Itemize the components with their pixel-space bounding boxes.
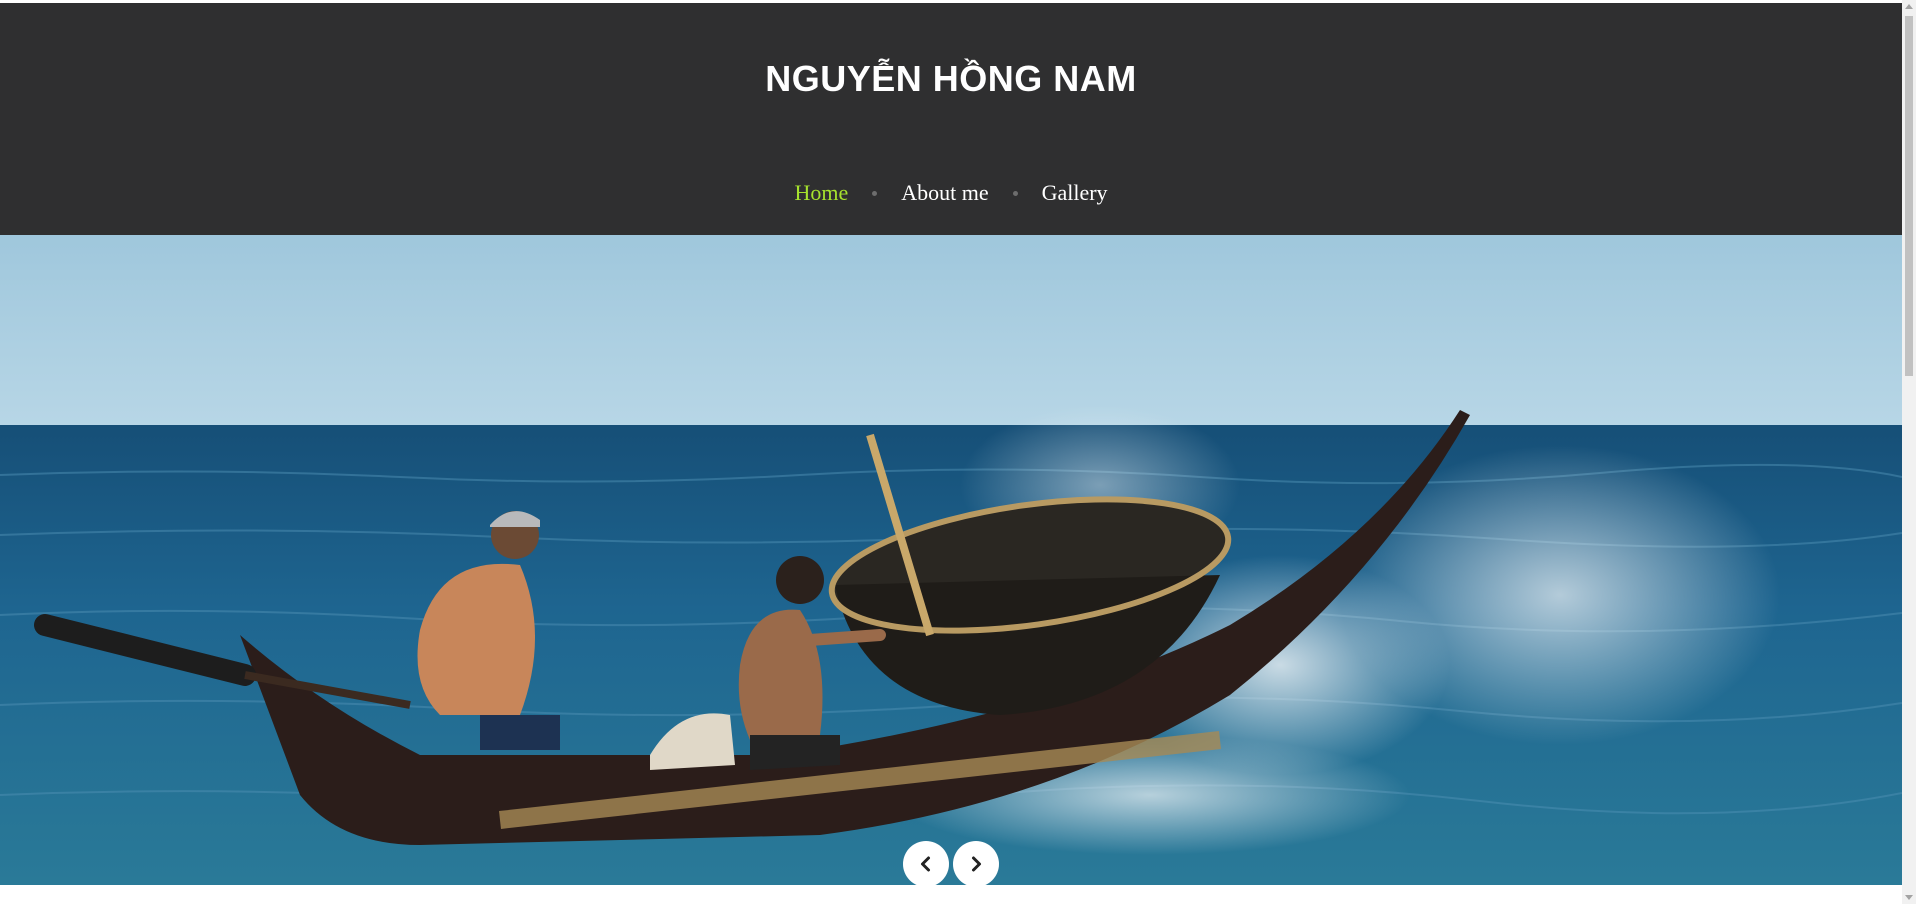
nav-separator-dot bbox=[1012, 190, 1018, 196]
chevron-left-icon bbox=[921, 856, 930, 872]
nav-item-gallery[interactable]: Gallery bbox=[1042, 180, 1108, 206]
site-title[interactable]: NGUYỄN HỒNG NAM bbox=[0, 58, 1902, 100]
chevron-right-icon bbox=[972, 856, 981, 872]
fishermen-boat-photo bbox=[0, 235, 1902, 885]
scroll-up-arrow-icon[interactable] bbox=[1905, 4, 1913, 9]
scroll-down-arrow-icon[interactable] bbox=[1905, 895, 1913, 900]
nav-separator-dot bbox=[872, 190, 878, 196]
nav-item-home[interactable]: Home bbox=[794, 180, 848, 206]
nav-item-about-me[interactable]: About me bbox=[901, 180, 988, 206]
page: NGUYỄN HỒNG NAM Home About me Gallery bbox=[0, 3, 1902, 904]
slider-prev-button[interactable] bbox=[903, 841, 949, 887]
site-header: NGUYỄN HỒNG NAM Home About me Gallery bbox=[0, 3, 1902, 235]
page-scrollbar[interactable] bbox=[1902, 0, 1916, 904]
hero-slider[interactable] bbox=[0, 235, 1902, 885]
scrollbar-thumb[interactable] bbox=[1905, 16, 1913, 376]
slider-next-button[interactable] bbox=[953, 841, 999, 887]
main-nav: Home About me Gallery bbox=[0, 180, 1902, 206]
